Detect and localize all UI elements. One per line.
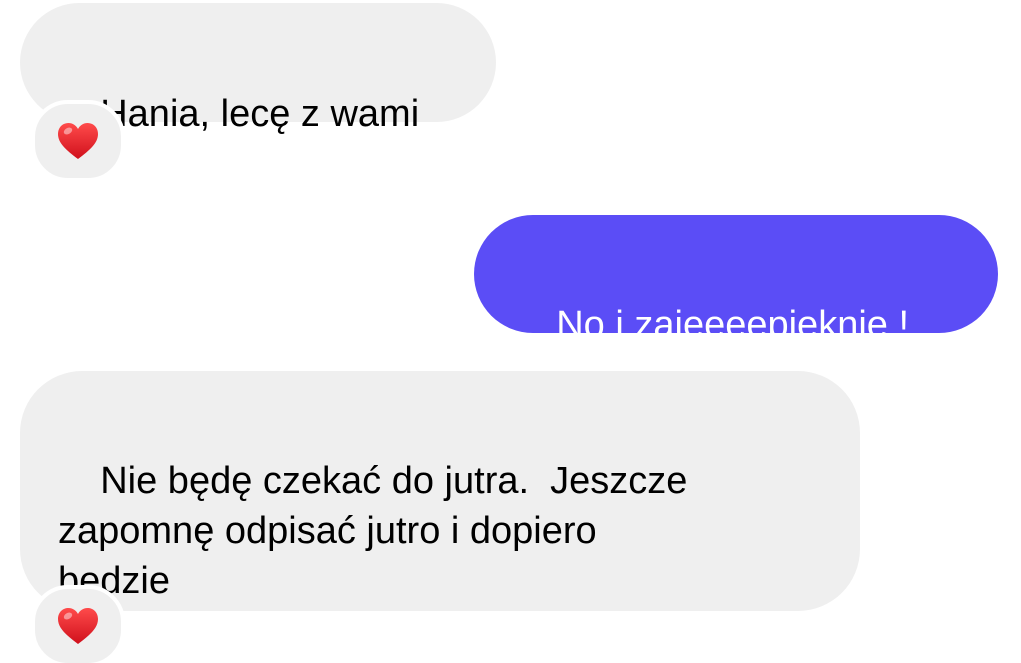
message-reaction[interactable] [31,100,125,182]
heart-icon [58,608,98,644]
message-reaction[interactable] [31,585,125,663]
message-text: No i zajeeeepieknie ! [556,304,910,346]
heart-icon [58,123,98,159]
incoming-message-bubble[interactable]: Nie będę czekać do jutra. Jeszcze zapomn… [20,371,860,611]
chat-thread: Hania, lecę z wami No i zajeeeepieknie !… [0,0,1021,663]
message-text: Hania, lecę z wami [100,93,420,135]
outgoing-message-bubble[interactable]: No i zajeeeepieknie ! [474,215,998,346]
message-text: Nie będę czekać do jutra. Jeszcze zapomn… [58,460,688,602]
